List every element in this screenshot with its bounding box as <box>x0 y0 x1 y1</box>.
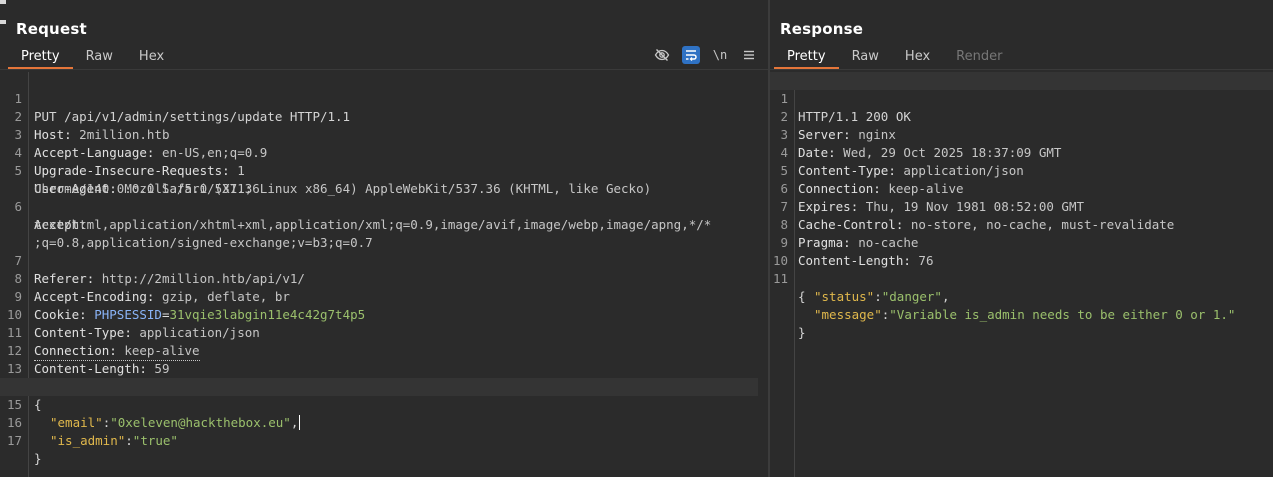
header-line: 10 Content-Type: application/json <box>0 288 768 340</box>
blank-line: 13 <box>0 342 768 376</box>
json-line: 11 { <box>770 252 1273 304</box>
request-panel: Request Pretty Raw Hex \n 1 PUT /api/v1/… <box>0 0 768 477</box>
tab-pretty[interactable]: Pretty <box>774 44 839 69</box>
header-line: 4 Upgrade-Insecure-Requests: 1 <box>0 126 768 178</box>
scroll-edge-marker <box>0 0 6 4</box>
header-line: 6 Accept: <box>0 180 768 232</box>
show-newlines-toggle[interactable]: \n <box>711 46 729 64</box>
request-view-tabs: Pretty Raw Hex <box>8 44 177 69</box>
json-value: "true" <box>132 433 178 448</box>
request-line: 1 PUT /api/v1/admin/settings/update HTTP… <box>0 72 768 124</box>
status-line: 1 HTTP/1.1 200 OK <box>770 72 1273 124</box>
header-line: 12 Content-Length: 59 <box>0 324 768 376</box>
header-line: 9 Content-Length: 76 <box>770 216 1273 268</box>
response-title: Response <box>780 20 864 38</box>
request-toolbar: \n <box>653 46 758 64</box>
response-panel: Response Pretty Raw Hex Render 1 HTTP/1.… <box>770 0 1273 477</box>
header-line: 5 Connection: keep-alive <box>770 144 1273 196</box>
hamburger-menu-icon[interactable] <box>740 46 758 64</box>
header-line: 11 Connection: keep-alive <box>0 306 768 361</box>
header-line: 3 Date: Wed, 29 Oct 2025 18:37:09 GMT <box>770 108 1273 160</box>
response-view-tabs: Pretty Raw Hex Render <box>774 44 1015 69</box>
json-line-current: 15 "email":"0xeleven@hackthebox.eu", <box>0 378 758 430</box>
json-key: "is_admin" <box>50 433 126 448</box>
json-brace: } <box>34 451 42 466</box>
tab-hex[interactable]: Hex <box>126 44 177 69</box>
json-line: 16 "is_admin":"true" <box>0 396 768 448</box>
tab-separator <box>770 69 1273 70</box>
header-line: 6 Expires: Thu, 19 Nov 1981 08:52:00 GMT <box>770 162 1273 214</box>
header-line: 5 User-Agent: Mozilla/5.0 (X11; Linux x8… <box>0 144 768 196</box>
header-line-wrapped: text/html,application/xhtml+xml,applicat… <box>0 198 768 232</box>
header-line: 8 Accept-Encoding: gzip, deflate, br <box>0 252 768 304</box>
line-number: 17 <box>6 433 22 448</box>
tab-raw[interactable]: Raw <box>839 44 892 69</box>
eye-off-icon[interactable] <box>653 46 671 64</box>
tab-render[interactable]: Render <box>943 44 1015 69</box>
header-line-wrapped: ;q=0.8,application/signed-exchange;v=b3;… <box>0 216 768 250</box>
header-line: 7 Referer: http://2million.htb/api/v1/ <box>0 234 768 286</box>
header-line: 2 Host: 2million.htb <box>0 90 768 142</box>
json-line: 14 { <box>0 360 768 412</box>
header-line-wrapped: Chrome/140.0.0.0 Safari/537.36 <box>0 162 768 196</box>
tab-pretty[interactable]: Pretty <box>8 44 73 69</box>
json-line-wrapped: "status":"danger", <box>814 289 950 304</box>
json-line-wrapped: "message":"Variable is_admin needs to be… <box>814 307 1236 322</box>
response-editor[interactable]: 1 HTTP/1.1 200 OK 2 Server: nginx 3 Date… <box>770 72 1273 477</box>
tab-raw[interactable]: Raw <box>73 44 126 69</box>
tab-hex[interactable]: Hex <box>892 44 943 69</box>
request-editor[interactable]: 1 PUT /api/v1/admin/settings/update HTTP… <box>0 72 768 477</box>
header-line: 4 Content-Type: application/json <box>770 126 1273 178</box>
header-line: 2 Server: nginx <box>770 90 1273 142</box>
header-line: 7 Cache-Control: no-store, no-cache, mus… <box>770 180 1273 232</box>
json-brace: } <box>798 325 806 340</box>
scroll-edge-marker <box>0 20 6 24</box>
json-line-wrapped: } <box>770 306 1273 340</box>
word-wrap-icon[interactable] <box>682 46 700 64</box>
header-line: 8 Pragma: no-cache <box>770 198 1273 250</box>
json-line: 17 } <box>0 414 768 466</box>
header-line: 3 Accept-Language: en-US,en;q=0.9 <box>0 108 768 160</box>
tab-separator <box>0 69 768 70</box>
blank-line: 10 <box>770 234 1273 268</box>
request-title: Request <box>16 20 87 38</box>
header-line: 9 Cookie: PHPSESSID=31vqie3labgin11e4c42… <box>0 270 768 322</box>
